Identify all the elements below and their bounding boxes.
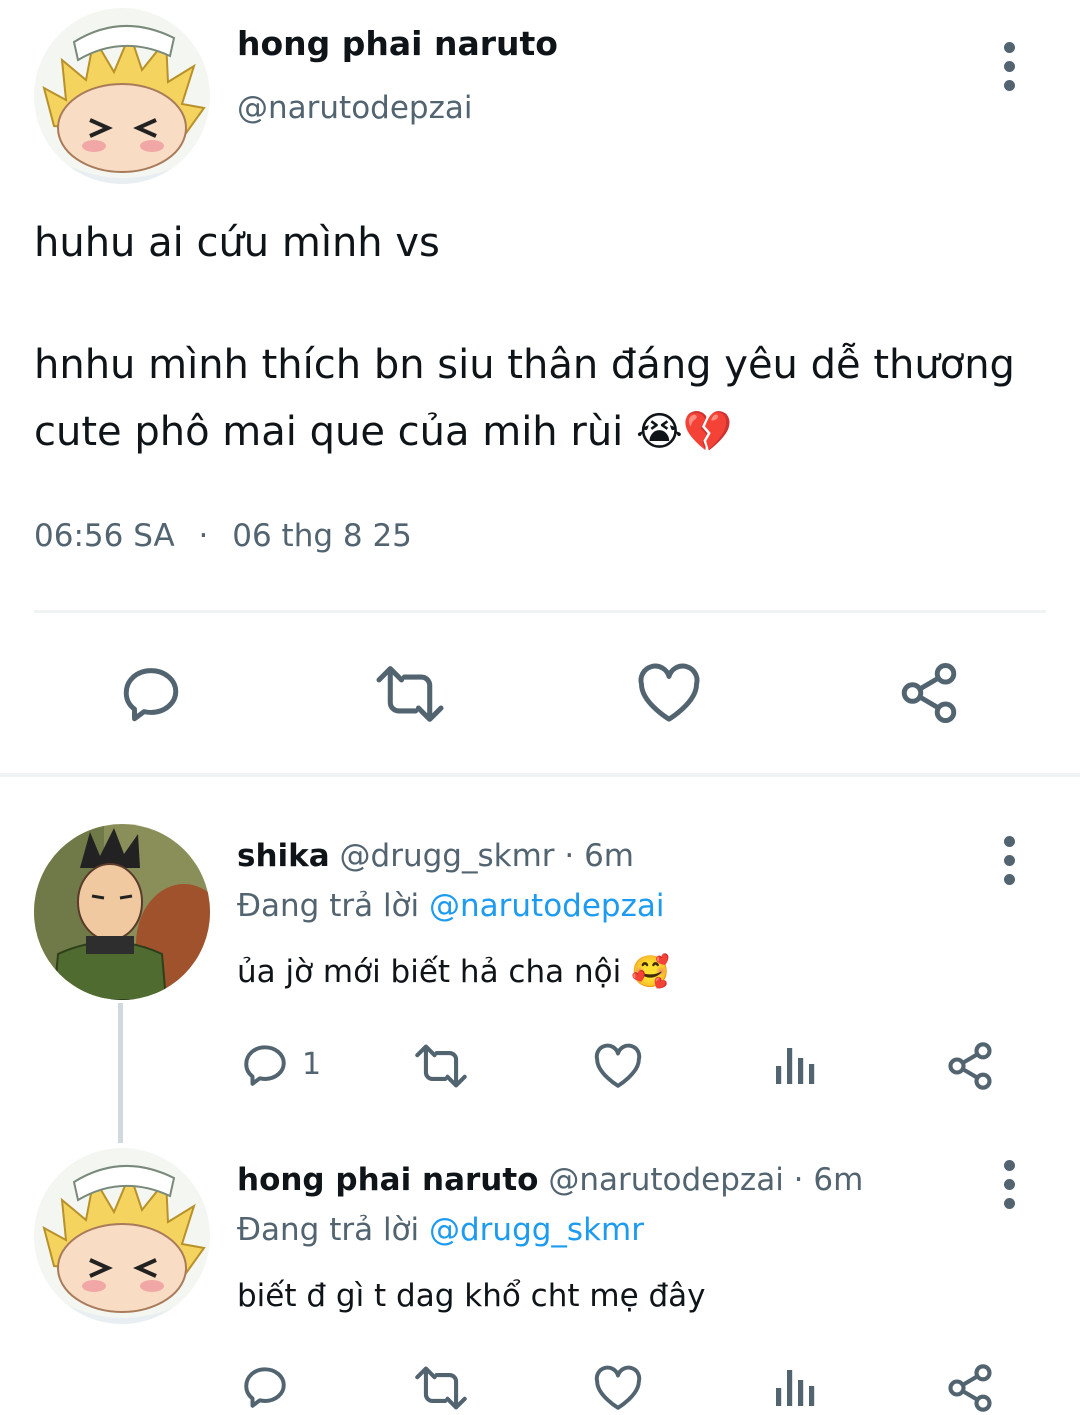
tweet-emoji: 😭💔 (636, 409, 733, 455)
avatar-naruto[interactable] (34, 8, 210, 184)
reply1-replying-to: Đang trả lời @narutodepzai (237, 888, 664, 924)
reply-count: 1 (302, 1047, 322, 1082)
tweet-text-line1: huhu ai cứu mình vs (34, 220, 440, 266)
retweet-icon[interactable] (373, 663, 447, 725)
reply1-text-wrap: ủa jờ mới biết hả cha nội 🥰 (237, 953, 670, 990)
reply1-emoji: 🥰 (631, 954, 670, 990)
reply-icon[interactable] (240, 1040, 290, 1090)
replying-to-link[interactable]: @narutodepzai (429, 888, 664, 924)
like-icon[interactable] (636, 662, 702, 724)
views-icon[interactable] (770, 1362, 818, 1410)
like-icon[interactable] (593, 1364, 643, 1412)
like-icon[interactable] (593, 1042, 643, 1090)
tweet-text-line2: hnhu mình thích bn siu thân đáng yêu dễ … (34, 342, 1015, 388)
avatar-shika[interactable] (34, 824, 210, 1000)
handle[interactable]: @narutodepzai (237, 90, 472, 126)
tweet-text-line3: cute phô mai que của mih rùi (34, 409, 624, 455)
reply2-handle-time[interactable]: @narutodepzai · 6m (548, 1162, 863, 1198)
more-icon[interactable] (989, 836, 1029, 896)
reply-icon[interactable] (240, 1362, 290, 1412)
reply1-header[interactable]: shika @drugg_skmr · 6m (237, 838, 634, 874)
retweet-icon[interactable] (413, 1042, 469, 1090)
replying-prefix: Đang trả lời (237, 888, 420, 924)
replying-prefix: Đang trả lời (237, 1212, 420, 1248)
thread-line (118, 1003, 123, 1143)
timestamp-separator: · (198, 518, 209, 554)
section-divider (0, 773, 1080, 777)
share-icon[interactable] (896, 660, 962, 726)
reply2-text: biết đ gì t dag khổ cht mẹ đây (237, 1278, 706, 1314)
share-icon[interactable] (944, 1040, 996, 1092)
share-icon[interactable] (944, 1362, 996, 1414)
tweet-date: 06 thg 8 25 (232, 518, 412, 554)
reply1-handle-time[interactable]: @drugg_skmr · 6m (340, 838, 634, 874)
tweet-time: 06:56 SA (34, 518, 175, 554)
tweet-timestamp[interactable]: 06:56 SA · 06 thg 8 25 (34, 518, 412, 554)
more-icon[interactable] (989, 1160, 1029, 1220)
divider (34, 610, 1046, 613)
display-name[interactable]: hong phai naruto (237, 24, 558, 63)
reply-icon[interactable] (118, 661, 184, 727)
reply2-display-name[interactable]: hong phai naruto (237, 1162, 538, 1198)
reply1-display-name[interactable]: shika (237, 838, 330, 874)
more-icon[interactable] (989, 42, 1029, 102)
tweet-text-line3-wrap: cute phô mai que của mih rùi 😭💔 (34, 408, 733, 455)
reply2-header[interactable]: hong phai naruto @narutodepzai · 6m (237, 1162, 863, 1198)
reply2-replying-to: Đang trả lời @drugg_skmr (237, 1212, 644, 1248)
replying-to-link[interactable]: @drugg_skmr (429, 1212, 644, 1248)
retweet-icon[interactable] (413, 1364, 469, 1412)
views-icon[interactable] (770, 1040, 818, 1088)
reply1-text: ủa jờ mới biết hả cha nội (237, 954, 622, 990)
avatar-naruto[interactable] (34, 1148, 210, 1324)
